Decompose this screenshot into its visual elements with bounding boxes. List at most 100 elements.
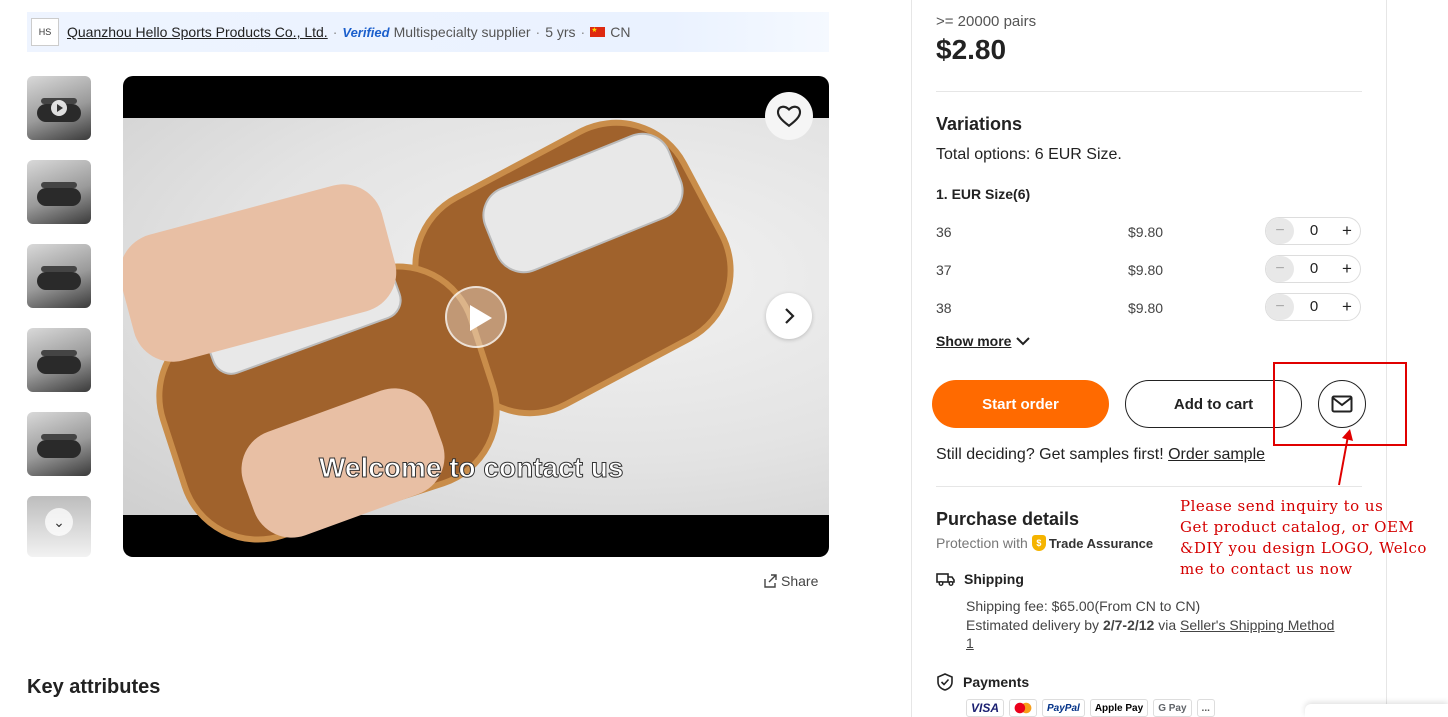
quantity-input[interactable]: 0 <box>1294 218 1334 244</box>
chevron-down-icon[interactable]: ⌄ <box>45 508 73 536</box>
delivery-prefix: Estimated delivery by <box>966 617 1100 633</box>
quantity-stepper: − 0 + <box>1265 293 1361 321</box>
total-options: Total options: 6 EUR Size. <box>936 146 1122 164</box>
supplier-bar: HS Quanzhou Hello Sports Products Co., L… <box>27 12 829 52</box>
total-options-label: Total options: <box>936 146 1031 163</box>
estimated-delivery: Estimated delivery by 2/7-2/12 via Selle… <box>966 616 1346 652</box>
supplier-years: 5 yrs <box>545 24 576 40</box>
google-pay-logo: G Pay <box>1153 699 1192 717</box>
separator-dot: · <box>580 24 586 40</box>
total-options-value: 6 EUR Size. <box>1034 146 1122 163</box>
quantity-input[interactable]: 0 <box>1294 294 1334 320</box>
play-icon <box>51 100 67 116</box>
product-video[interactable]: Welcome to contact us <box>123 76 829 557</box>
quantity-input[interactable]: 0 <box>1294 256 1334 282</box>
quantity-stepper: − 0 + <box>1265 217 1361 245</box>
increment-button[interactable]: + <box>1334 256 1360 282</box>
apple-pay-logo: Apple Pay <box>1089 699 1149 717</box>
floating-card-edge <box>1305 704 1448 717</box>
size-row: 38 $9.80 − 0 + <box>936 293 1362 323</box>
size-group-title: 1. EUR Size(6) <box>936 186 1031 202</box>
price: $2.80 <box>936 34 1007 65</box>
share-icon <box>764 574 777 588</box>
share-button[interactable]: Share <box>763 573 818 589</box>
gallery-thumbnail[interactable] <box>27 328 91 392</box>
supplier-name-link[interactable]: Quanzhou Hello Sports Products Co., Ltd. <box>67 24 328 40</box>
payments-title: Payments <box>963 674 1030 690</box>
show-more-label: Show more <box>936 333 1012 349</box>
size-price: $9.80 <box>1128 300 1164 316</box>
increment-button[interactable]: + <box>1334 218 1360 244</box>
favorite-button[interactable] <box>765 92 813 140</box>
supplier-country: CN <box>610 24 631 40</box>
size-price: $9.80 <box>1128 262 1164 278</box>
delivery-via: via <box>1158 617 1177 633</box>
separator-dot: · <box>535 24 541 40</box>
size-price: $9.80 <box>1128 224 1164 240</box>
gallery-thumbnail[interactable] <box>27 244 91 308</box>
trade-assurance-logo[interactable]: $ Trade Assurance <box>1031 535 1154 551</box>
annotation-line: Get product catalog, or OEM <box>1180 518 1415 536</box>
size-value: 38 <box>936 300 952 316</box>
separator-dot: · <box>332 24 338 40</box>
annotation-text: Please send inquiry to us Get product ca… <box>1180 496 1440 580</box>
shield-check-icon <box>937 673 953 691</box>
size-value: 36 <box>936 224 952 240</box>
shield-icon: $ <box>1031 535 1046 551</box>
gallery-thumbnail[interactable] <box>27 160 91 224</box>
increment-button[interactable]: + <box>1334 294 1360 320</box>
chevron-down-icon <box>1016 337 1031 346</box>
visa-logo: VISA <box>966 699 1005 717</box>
gallery-thumbnail[interactable] <box>27 412 91 476</box>
video-caption: Welcome to contact us <box>318 452 624 484</box>
annotation-line: me to contact us now <box>1180 560 1353 578</box>
annotation-line: &DIY you design LOGO, Welco <box>1180 539 1427 557</box>
share-label: Share <box>781 573 819 589</box>
size-row: 37 $9.80 − 0 + <box>936 255 1362 285</box>
next-image-button[interactable] <box>766 293 812 339</box>
show-more-link[interactable]: Show more <box>936 333 1031 349</box>
protection-label: Protection with <box>936 535 1028 551</box>
variations-title: Variations <box>936 114 1023 134</box>
quantity-stepper: − 0 + <box>1265 255 1361 283</box>
size-value: 37 <box>936 262 952 278</box>
decrement-button[interactable]: − <box>1266 294 1294 320</box>
shipping-fee: Shipping fee: $65.00(From CN to CN) <box>966 598 1201 614</box>
gallery-thumbnail[interactable]: ⌄ <box>27 496 91 557</box>
supplier-logo[interactable]: HS <box>31 18 59 46</box>
shipping-section: Shipping <box>936 571 1024 587</box>
order-sample-link[interactable]: Order sample <box>1168 446 1265 463</box>
china-flag-icon <box>590 26 606 37</box>
truck-icon <box>936 573 955 586</box>
play-button[interactable] <box>445 286 507 348</box>
decrement-button[interactable]: − <box>1266 256 1294 282</box>
start-order-button[interactable]: Start order <box>932 380 1109 428</box>
size-row: 36 $9.80 − 0 + <box>936 217 1362 247</box>
decrement-button[interactable]: − <box>1266 218 1294 244</box>
annotation-line: Please send inquiry to us <box>1180 497 1384 515</box>
payments-section: Payments <box>936 673 1029 691</box>
supplier-type: Multispecialty supplier <box>393 24 531 40</box>
protection-line: Protection with $ Trade Assurance <box>936 535 1153 551</box>
gallery-thumbnail-video[interactable] <box>27 76 91 140</box>
annotation-arrow-icon <box>1338 429 1353 486</box>
more-payments-icon[interactable]: ... <box>1196 699 1215 717</box>
samples-line: Still deciding? Get samples first! Order… <box>936 446 1265 464</box>
trade-assurance-label: Trade Assurance <box>1048 535 1154 551</box>
divider <box>936 486 1362 487</box>
mastercard-logo: MC <box>1009 699 1038 717</box>
shipping-title: Shipping <box>964 571 1024 587</box>
column-divider <box>1386 0 1387 717</box>
purchase-details-title: Purchase details <box>936 509 1080 529</box>
delivery-dates: 2/7-2/12 <box>1102 617 1155 633</box>
column-divider <box>911 0 912 717</box>
payment-logos: VISA MC PayPal Apple Pay G Pay ... <box>966 699 1215 717</box>
heart-icon <box>776 105 802 128</box>
chevron-right-icon <box>785 308 795 324</box>
key-attributes-title: Key attributes <box>27 676 161 698</box>
paypal-logo: PayPal <box>1042 699 1085 717</box>
verified-badge[interactable]: Verified <box>342 25 389 40</box>
samples-text: Still deciding? Get samples first! <box>936 446 1164 463</box>
min-order-quantity: >= 20000 pairs <box>936 13 1037 30</box>
divider <box>936 91 1362 92</box>
